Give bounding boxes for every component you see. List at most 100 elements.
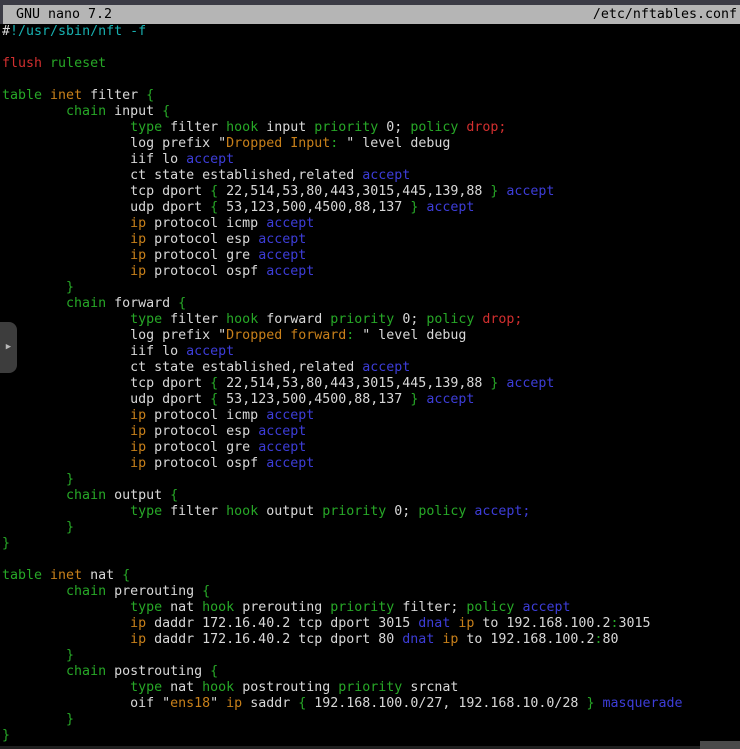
code-token: filter;	[394, 600, 466, 615]
code-token	[2, 696, 130, 711]
code-token	[2, 184, 130, 199]
code-line[interactable]: tcp dport { 22,514,53,80,443,3015,445,13…	[2, 376, 740, 392]
console-side-panel-handle[interactable]: ▶	[0, 322, 17, 373]
code-token: chain	[66, 584, 106, 599]
code-line[interactable]: table inet nat {	[2, 568, 740, 584]
code-token: inet	[50, 568, 82, 583]
code-line[interactable]: type filter hook forward priority 0; pol…	[2, 312, 740, 328]
code-token: }	[66, 280, 74, 295]
code-token: flush	[2, 56, 42, 71]
terminal-screen: GNU nano 7.2 /etc/nftables.conf #!/usr/s…	[0, 0, 740, 749]
code-token: ip	[130, 456, 146, 471]
code-line[interactable]: oif "ens18" ip saddr { 192.168.100.0/27,…	[2, 696, 740, 712]
code-token: input	[106, 104, 162, 119]
code-line[interactable]: log prefix "Dropped forward: " level deb…	[2, 328, 740, 344]
code-token: output	[258, 504, 322, 519]
code-token	[2, 280, 66, 295]
code-line[interactable]: iif lo accept	[2, 152, 740, 168]
code-token	[2, 216, 130, 231]
code-line[interactable]: }	[2, 472, 740, 488]
code-line[interactable]: udp dport { 53,123,500,4500,88,137 } acc…	[2, 200, 740, 216]
code-token	[2, 344, 130, 359]
code-token: ip	[130, 232, 146, 247]
code-line[interactable]: chain forward {	[2, 296, 740, 312]
code-token: Dropped Input	[226, 136, 330, 151]
code-token: }	[66, 648, 74, 663]
code-line[interactable]: type nat hook postrouting priority srcna…	[2, 680, 740, 696]
code-token: accept	[266, 216, 314, 231]
code-token: drop;	[482, 312, 522, 327]
code-line[interactable]: chain postrouting {	[2, 664, 740, 680]
code-token: protocol icmp	[146, 408, 266, 423]
code-line[interactable]: #!/usr/sbin/nft -f	[2, 24, 740, 40]
code-line[interactable]: ip protocol esp accept	[2, 424, 740, 440]
code-line[interactable]: flush ruleset	[2, 56, 740, 72]
code-line[interactable]: }	[2, 520, 740, 536]
code-token: log prefix "	[130, 328, 226, 343]
code-token: {	[170, 488, 178, 503]
code-token	[2, 312, 130, 327]
code-line[interactable]: ip protocol esp accept	[2, 232, 740, 248]
code-token: ens18	[170, 696, 210, 711]
code-token	[2, 472, 66, 487]
code-line[interactable]	[2, 40, 740, 56]
code-line[interactable]: udp dport { 53,123,500,4500,88,137 } acc…	[2, 392, 740, 408]
code-line[interactable]: tcp dport { 22,514,53,80,443,3015,445,13…	[2, 184, 740, 200]
code-line[interactable]: ip protocol icmp accept	[2, 216, 740, 232]
code-token: chain	[66, 488, 106, 503]
code-line[interactable]: ip daddr 172.16.40.2 tcp dport 80 dnat i…	[2, 632, 740, 648]
code-token: ip	[130, 408, 146, 423]
code-token	[2, 360, 130, 375]
code-line[interactable]: ct state established,related accept	[2, 168, 740, 184]
code-line[interactable]: chain output {	[2, 488, 740, 504]
code-token	[2, 392, 130, 407]
code-token: hook	[202, 600, 234, 615]
code-line[interactable]: }	[2, 728, 740, 744]
code-line[interactable]: ip protocol icmp accept	[2, 408, 740, 424]
code-token: {	[210, 200, 218, 215]
code-token: srcnat	[402, 680, 458, 695]
editor-buffer[interactable]: #!/usr/sbin/nft -f flush ruleset table ine…	[2, 24, 740, 744]
code-token: !/usr/sbin/nft -f	[10, 24, 146, 39]
code-line[interactable]: type nat hook prerouting priority filter…	[2, 600, 740, 616]
code-line[interactable]: log prefix "Dropped Input: " level debug	[2, 136, 740, 152]
code-token: filter	[162, 120, 226, 135]
code-line[interactable]: type filter hook output priority 0; poli…	[2, 504, 740, 520]
code-token: accept	[266, 264, 314, 279]
code-line[interactable]: }	[2, 712, 740, 728]
code-line[interactable]: ip daddr 172.16.40.2 tcp dport 3015 dnat…	[2, 616, 740, 632]
code-line[interactable]: }	[2, 536, 740, 552]
code-token: hook	[202, 680, 234, 695]
code-line[interactable]: ip protocol gre accept	[2, 440, 740, 456]
code-token	[2, 440, 130, 455]
code-line[interactable]: chain prerouting {	[2, 584, 740, 600]
code-token: }	[66, 472, 74, 487]
code-line[interactable]: ip protocol ospf accept	[2, 264, 740, 280]
expand-arrow-icon: ▶	[6, 343, 11, 352]
code-token: priority	[330, 600, 394, 615]
code-token: accept	[362, 168, 410, 183]
code-token: hook	[226, 312, 258, 327]
code-line[interactable]: table inet filter {	[2, 88, 740, 104]
code-token: 22,514,53,80,443,3015,445,139,88	[218, 376, 490, 391]
code-token	[2, 424, 130, 439]
code-token: accept;	[474, 504, 530, 519]
code-line[interactable]: ip protocol gre accept	[2, 248, 740, 264]
code-token: accept	[362, 360, 410, 375]
code-token	[2, 648, 66, 663]
code-line[interactable]: type filter hook input priority 0; polic…	[2, 120, 740, 136]
scrollbar-corner	[700, 741, 740, 749]
code-token	[42, 568, 50, 583]
code-line[interactable]: ct state established,related accept	[2, 360, 740, 376]
code-line[interactable]: }	[2, 648, 740, 664]
code-line[interactable]	[2, 72, 740, 88]
code-line[interactable]	[2, 552, 740, 568]
code-token: log prefix "	[130, 136, 226, 151]
code-token: iif lo	[130, 152, 186, 167]
code-token: accept	[506, 376, 554, 391]
code-line[interactable]: iif lo accept	[2, 344, 740, 360]
code-token: ruleset	[50, 56, 106, 71]
code-line[interactable]: ip protocol ospf accept	[2, 456, 740, 472]
code-line[interactable]: chain input {	[2, 104, 740, 120]
code-line[interactable]: }	[2, 280, 740, 296]
